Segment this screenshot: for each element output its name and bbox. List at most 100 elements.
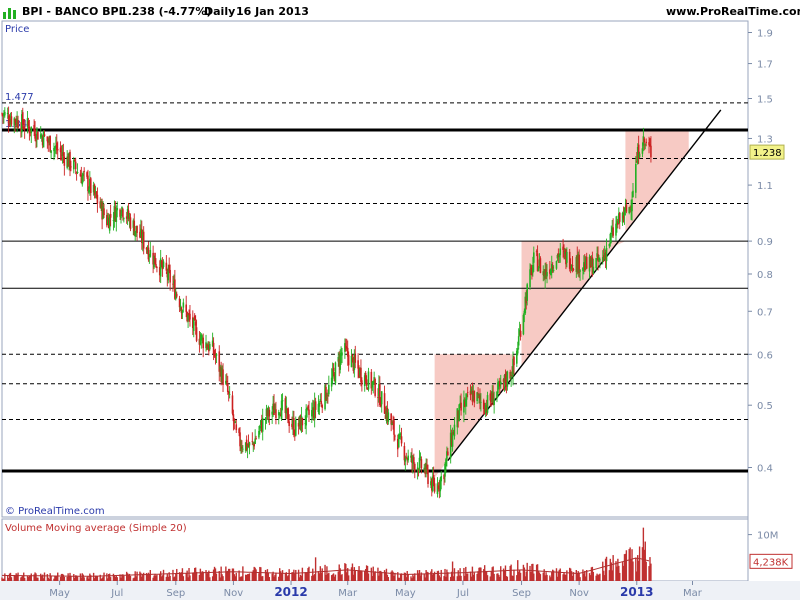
candle-body [447, 451, 449, 456]
candle-body [420, 459, 423, 469]
volume-bar [235, 572, 237, 581]
candle-body [74, 161, 77, 170]
candle-body [519, 330, 522, 337]
x-tick-label-12: Mar [683, 588, 703, 599]
volume-bar [612, 555, 614, 581]
candle-body [433, 483, 436, 492]
candle-body [70, 166, 72, 168]
x-tick-label-3: Sep [166, 588, 185, 599]
candle-body [546, 272, 548, 277]
candle-body [566, 251, 568, 263]
candle-body [638, 153, 641, 158]
candle-body [116, 207, 119, 211]
candle-body [572, 269, 575, 270]
candle-body [281, 400, 284, 402]
volume-bar [248, 573, 251, 581]
volume-bar [136, 571, 138, 581]
volume-bar [559, 568, 561, 581]
candle-body [380, 391, 383, 405]
candle-body [625, 204, 628, 212]
x-tick-label-1: May [49, 588, 70, 599]
candle-body [387, 412, 390, 422]
candle-body [109, 214, 112, 218]
volume-bar [566, 570, 568, 581]
volume-bar [169, 575, 171, 581]
volume-bar [453, 568, 456, 581]
candle-body [592, 266, 595, 274]
y-tick-label-3: 1.5 [757, 95, 773, 106]
candle-body [182, 302, 185, 308]
candle-body [347, 354, 350, 366]
volume-bar [619, 572, 621, 581]
candle-body [643, 138, 646, 143]
price-panel-title: Price [5, 24, 29, 35]
candle-body [255, 438, 257, 440]
candle-body [321, 405, 324, 408]
volume-bar [387, 577, 390, 581]
candle-body [37, 131, 39, 140]
candle-body [394, 435, 396, 437]
volume-bar [162, 569, 165, 581]
candle-body [83, 170, 85, 172]
candle-body [43, 134, 46, 136]
candle-body [123, 218, 125, 220]
volume-bar [10, 577, 13, 581]
volume-bar [156, 574, 158, 581]
candle-body [405, 456, 408, 458]
volume-bar [242, 566, 244, 581]
volume-bar [486, 575, 489, 581]
volume-bar [361, 571, 363, 581]
candle [539, 256, 542, 274]
candle-body [23, 127, 26, 130]
candle-body [351, 354, 354, 357]
volume-bar [506, 576, 509, 581]
x-tick-label-2: Jul [110, 588, 123, 599]
candle-body [294, 420, 297, 436]
volume-panel-title: Volume Moving average (Simple 20) [5, 523, 187, 534]
volume-bar [308, 566, 310, 581]
volume-bar [262, 576, 264, 581]
candle-body [162, 261, 165, 267]
y-tick-label-8: 0.7 [757, 307, 773, 318]
volume-bar [255, 569, 257, 581]
volume-bar [275, 572, 277, 581]
candle-body [226, 383, 229, 392]
x-tick-label-9: Sep [512, 588, 531, 599]
candle-body [555, 261, 558, 269]
candle-body [248, 442, 251, 446]
x-tick-label-11: 2013 [620, 585, 653, 599]
candle-body [599, 259, 601, 261]
candle-body [268, 409, 271, 417]
volume-bar [440, 569, 442, 581]
level-label-1: 1.477 [5, 92, 34, 103]
volume-bar [288, 569, 290, 581]
candle-body [169, 269, 171, 283]
candle [555, 260, 558, 270]
volume-bar [519, 572, 522, 581]
candle-body [539, 258, 542, 273]
candle-body [635, 164, 637, 193]
volume-bar [493, 573, 495, 581]
price-y-axis: 1.9 1.7 1.5 1.3 1.1 0.9 0.8 0.7 0.6 0.5 0.4 [748, 29, 773, 474]
volume-bar [70, 576, 72, 581]
volume-bar [579, 577, 581, 581]
candle-body [473, 390, 476, 403]
candle-body [129, 217, 132, 229]
volume-bar [268, 577, 271, 581]
volume-bar [123, 575, 125, 581]
volume-bar [513, 569, 515, 581]
candle-body [156, 267, 158, 268]
candle-body [393, 420, 395, 435]
candle-body [76, 171, 79, 173]
candle-body [56, 149, 59, 151]
volume-bar [116, 577, 118, 581]
y-tick-label-10: 0.5 [757, 401, 773, 412]
candle-body [631, 199, 633, 212]
volume-bar [334, 574, 337, 581]
candle [49, 135, 51, 153]
volume-bar [480, 567, 482, 581]
candle-body [89, 178, 92, 193]
candle-body [318, 402, 321, 407]
candle-body [122, 209, 124, 218]
candle-body [96, 194, 99, 204]
